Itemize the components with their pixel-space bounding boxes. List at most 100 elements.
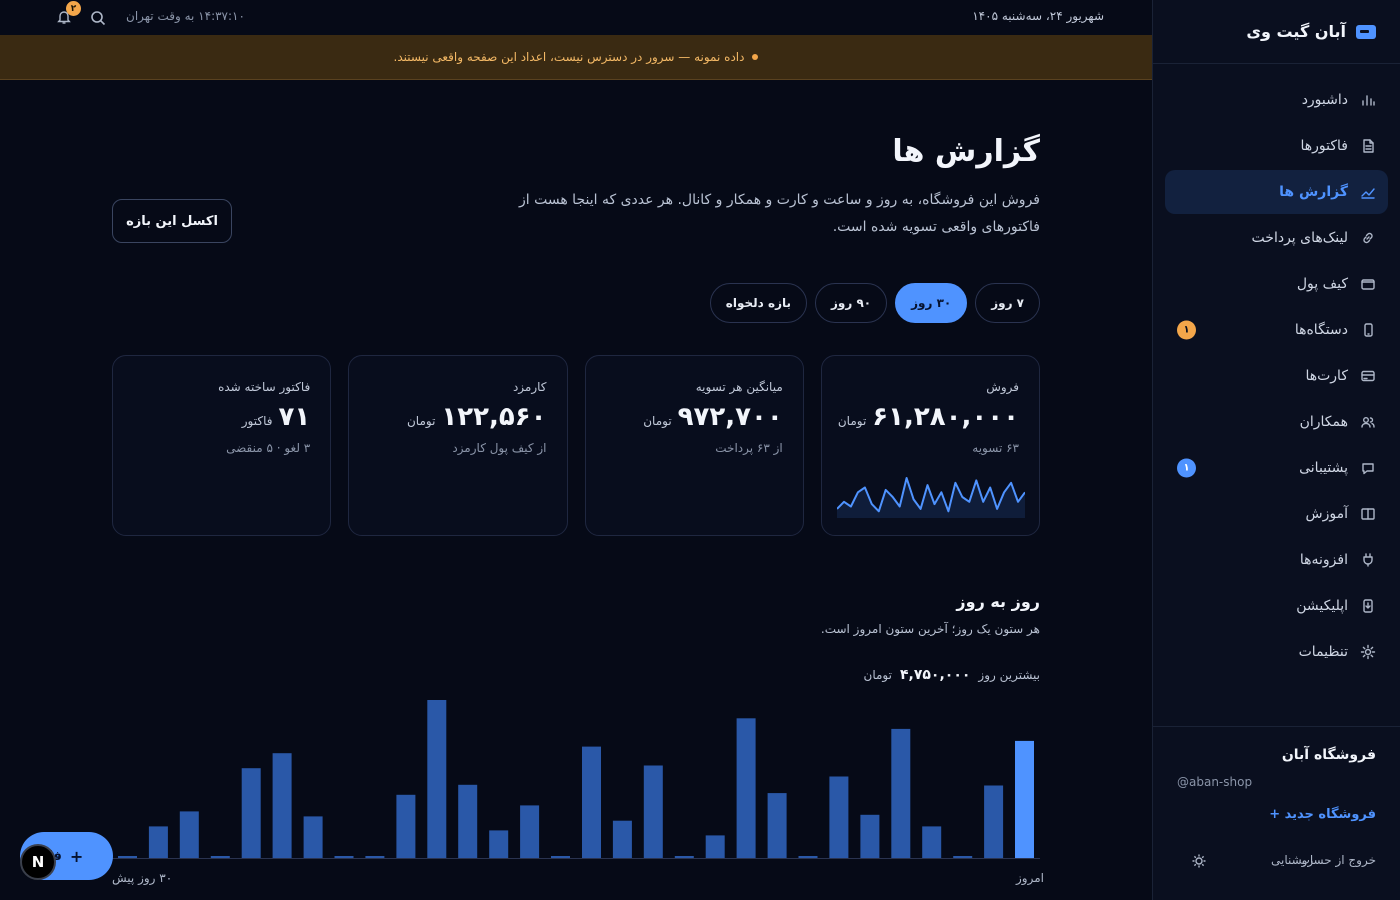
sidebar-item-phone-download[interactable]: اپلیکیشن (1165, 584, 1388, 628)
sidebar-item-trend[interactable]: گزارش ها (1165, 170, 1388, 214)
sidebar-item-link[interactable]: لینک‌های پرداخت (1165, 216, 1388, 260)
stat-card-label: فروش (986, 380, 1019, 394)
daily-bar[interactable] (953, 856, 973, 858)
range-option[interactable]: ۳۰ روز (895, 283, 968, 323)
brand-logo-icon (1356, 24, 1376, 39)
daily-bar[interactable] (860, 814, 880, 858)
daily-bar[interactable] (736, 718, 756, 858)
daily-bar[interactable] (303, 816, 323, 858)
users-icon (1360, 414, 1376, 430)
sidebar-item-chat[interactable]: پشتیبانی ۱ (1165, 446, 1388, 490)
daily-bar[interactable] (705, 835, 725, 858)
daily-bar[interactable] (241, 768, 261, 858)
daily-bar[interactable] (210, 856, 230, 858)
bar-chart-icon (1360, 92, 1376, 108)
sidebar-item-label: دستگاه‌ها (1294, 322, 1348, 338)
sidebar-item-device[interactable]: دستگاه‌ها ۱ (1165, 308, 1388, 352)
stat-card: فاکتور ساخته شده ۷۱ فاکتور ۳ لغو · ۵ منقضی (112, 355, 332, 536)
brand[interactable]: آبان گیت وی (1153, 0, 1400, 64)
stat-cards: فروش ۶۱,۲۸۰,۰۰۰ تومان ۶۳ تسویه میانگین هر تس… (112, 355, 1040, 536)
daily-bar[interactable] (582, 746, 601, 858)
sidebar-item-book[interactable]: آموزش (1165, 492, 1388, 536)
sidebar-item-wallet[interactable]: کیف پول (1165, 262, 1388, 306)
sidebar-nav: داشبورد فاکتورها گزارش ها لینک‌های پرداخت کی… (1153, 64, 1400, 674)
stat-card-unit: فاکتور (241, 414, 273, 428)
stat-card-value: ۱۲۲,۵۶۰ تومان (407, 402, 547, 432)
daily-bar[interactable] (612, 820, 632, 858)
range-option[interactable]: ۷ روز (975, 283, 1040, 323)
link-icon (1360, 230, 1376, 246)
sidebar-item-users[interactable]: همکاران (1165, 400, 1388, 444)
sample-data-banner: داده نمونه — سرور در دسترس نیست، اعداد ا… (0, 35, 1152, 80)
sidebar-item-label: کارت‌ها (1305, 368, 1348, 384)
sidebar-item-label: تنظیمات (1298, 644, 1348, 660)
sales-sparkline (836, 477, 1025, 518)
sidebar-item-document[interactable]: فاکتورها (1165, 124, 1388, 168)
gear-icon (1360, 644, 1376, 660)
chat-icon (1360, 460, 1376, 476)
sidebar-item-card[interactable]: کارت‌ها (1165, 354, 1388, 398)
export-excel-button[interactable]: اکسل این بازه (112, 199, 232, 243)
daily-bar[interactable] (458, 784, 478, 858)
sidebar-item-label: کیف پول (1296, 276, 1348, 292)
sidebar: آبان گیت وی داشبورد فاکتورها گزارش ها لینک‌… (1152, 0, 1400, 900)
range-option[interactable]: بازه دلخواه (709, 283, 807, 323)
stat-card-subtext: ۳ لغو · ۵ منقضی (226, 441, 311, 455)
daily-bar[interactable] (179, 811, 199, 858)
phone-download-icon (1360, 598, 1376, 614)
warning-dot-icon (752, 54, 759, 60)
range-option[interactable]: ۹۰ روز (815, 283, 888, 323)
plus-icon: + (69, 846, 84, 866)
daily-bar[interactable] (520, 805, 540, 858)
device-icon (1360, 322, 1376, 338)
sidebar-item-badge: ۱ (1177, 458, 1196, 478)
stat-card-subtext: از ۶۳ پرداخت (715, 441, 783, 455)
card-icon (1360, 368, 1376, 384)
daily-bar[interactable] (798, 856, 818, 858)
daily-bar[interactable] (891, 728, 911, 858)
brand-name: آبان گیت وی (1246, 22, 1346, 41)
sidebar-item-label: پشتیبانی (1299, 460, 1348, 476)
daily-bar[interactable] (118, 856, 137, 858)
sparkline-area (836, 478, 1025, 518)
daily-bar[interactable] (1015, 740, 1034, 858)
daily-bar[interactable] (767, 793, 787, 858)
stat-card-number: ۷۱ (278, 402, 311, 432)
daily-bar[interactable] (643, 765, 663, 859)
daily-bar[interactable] (674, 856, 694, 858)
sidebar-item-plug[interactable]: افزونه‌ها (1165, 538, 1388, 582)
search-icon[interactable] (90, 10, 106, 26)
sidebar-item-gear[interactable]: تنظیمات (1165, 630, 1388, 674)
daily-bar[interactable] (489, 830, 509, 858)
nextjs-dev-badge[interactable]: N (20, 844, 56, 880)
daily-bar[interactable] (984, 785, 1004, 859)
daily-bar[interactable] (829, 776, 849, 859)
stat-card-unit: تومان (837, 414, 867, 428)
book-icon (1360, 506, 1376, 522)
new-shop-link[interactable]: + فروشگاه جدید (1269, 807, 1376, 822)
stat-card-label: میانگین هر تسویه (695, 380, 783, 394)
stat-card-value: ۹۷۲,۷۰۰ تومان (643, 402, 783, 432)
sidebar-item-bar-chart[interactable]: داشبورد (1165, 78, 1388, 122)
sun-icon[interactable] (1191, 853, 1207, 869)
daily-bar[interactable] (148, 826, 168, 858)
daily-bar[interactable] (922, 826, 942, 858)
sidebar-item-label: لینک‌های پرداخت (1251, 230, 1348, 246)
daily-bar[interactable] (272, 753, 292, 858)
theme-toggle-label[interactable]: روشنایی (1271, 853, 1313, 867)
daily-bar-chart (112, 700, 1040, 859)
daily-bar[interactable] (551, 856, 570, 858)
shop-name[interactable]: فروشگاه آبان (1282, 747, 1376, 763)
wallet-icon (1360, 276, 1376, 292)
daily-bar[interactable] (427, 700, 447, 858)
daily-bar[interactable] (396, 794, 416, 858)
top-bar: ۱۴۰۵ شهریور ۲۴، سه‌شنبه ۱۴:۳۷:۱۰ به وقت … (0, 0, 1152, 35)
shop-handle: @aban-shop (1177, 775, 1253, 789)
sidebar-footer: فروشگاه آبان @aban-shop + فروشگاه جدید خ… (1153, 726, 1400, 900)
trend-icon (1360, 184, 1376, 200)
daily-bar[interactable] (334, 856, 354, 858)
sidebar-item-label: همکاران (1299, 414, 1348, 430)
daily-bar[interactable] (365, 856, 385, 858)
page-title: گزارش ها (892, 134, 1040, 169)
stat-card-unit: تومان (643, 414, 672, 428)
